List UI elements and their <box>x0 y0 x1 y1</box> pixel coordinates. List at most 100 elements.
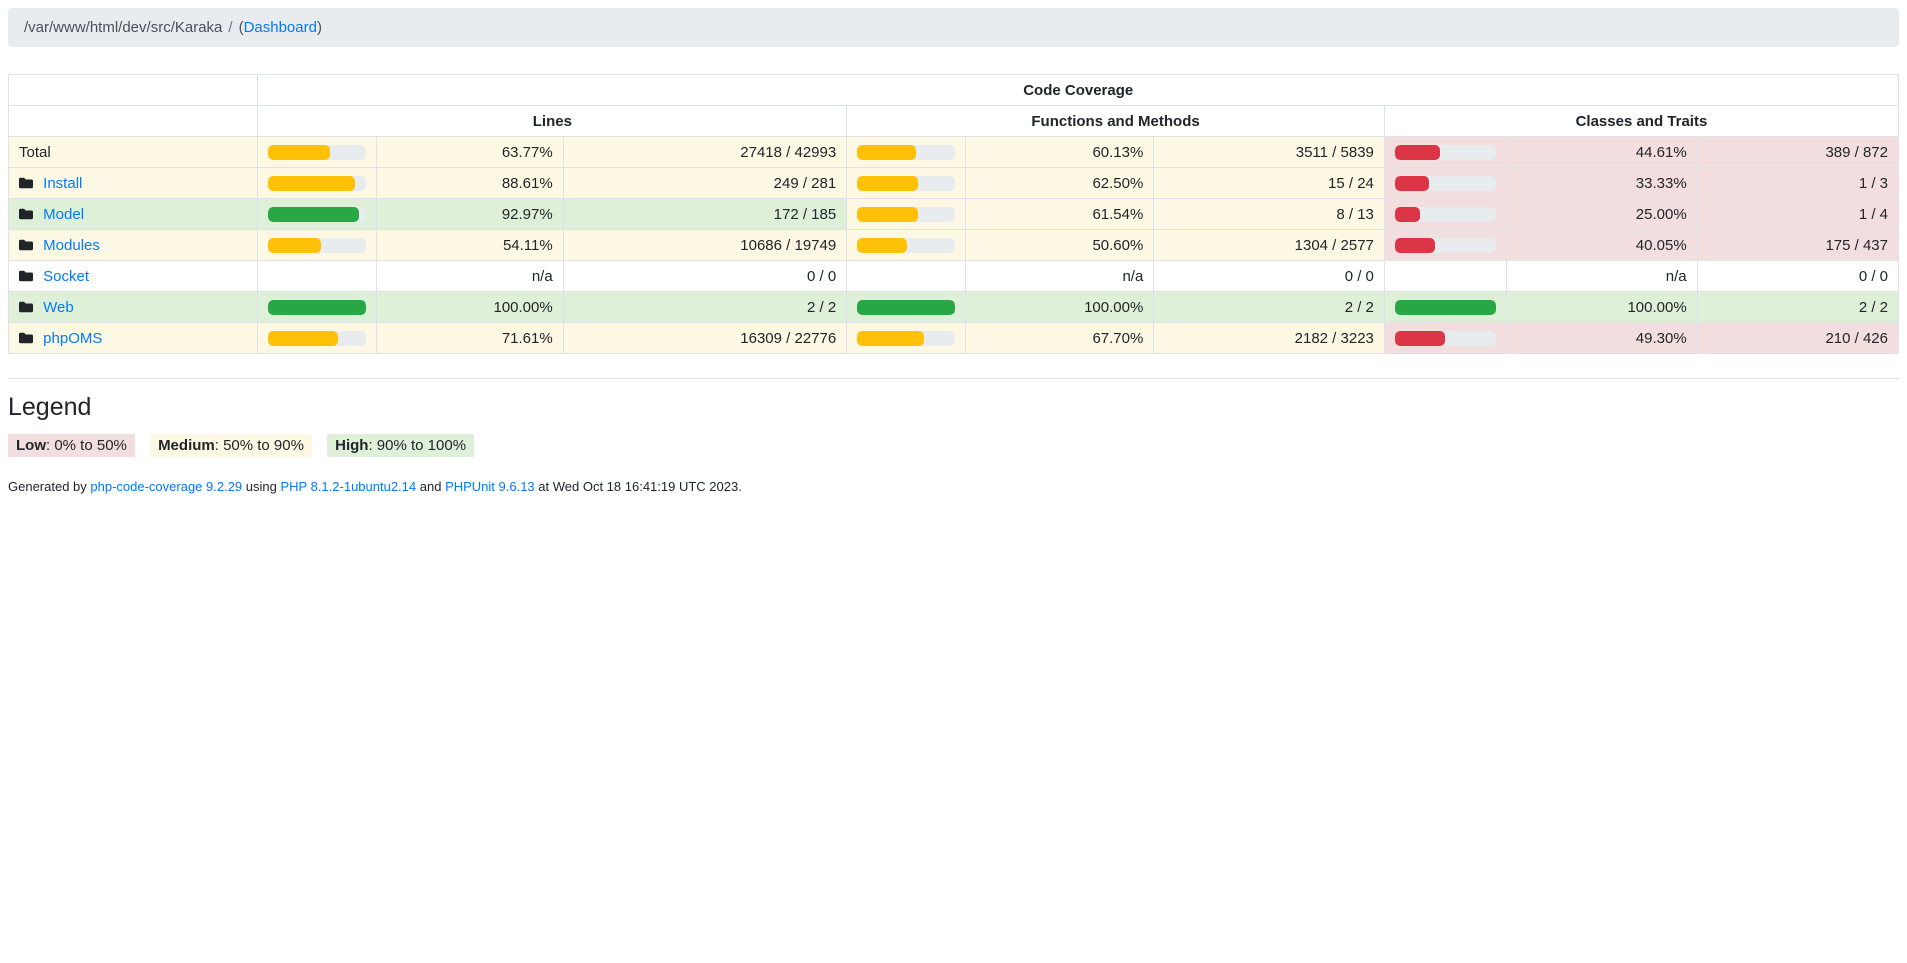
functions-progress-bar <box>857 176 918 191</box>
classes-bar-cell <box>1384 168 1506 199</box>
breadcrumb-paren-close: ) <box>317 19 322 36</box>
lines-progress-track <box>268 238 365 253</box>
lines-fraction: 0 / 0 <box>563 261 847 292</box>
row-total: Total 63.77% 27418 / 42993 60.13% 3511 /… <box>9 137 1899 168</box>
legend-medium: Medium: 50% to 90% <box>150 434 312 457</box>
lines-percent: 92.97% <box>376 199 563 230</box>
classes-fraction: 1 / 3 <box>1697 168 1898 199</box>
classes-progress-bar <box>1395 145 1440 160</box>
functions-progress-track <box>857 238 955 253</box>
generated-by-text: Generated by <box>8 479 90 494</box>
lines-bar-cell <box>258 261 376 292</box>
classes-progress-track <box>1395 145 1496 160</box>
functions-percent: 50.60% <box>966 230 1154 261</box>
divider <box>8 378 1899 379</box>
classes-fraction: 175 / 437 <box>1697 230 1898 261</box>
lines-progress-bar <box>268 300 365 315</box>
timestamp-text: at Wed Oct 18 16:41:19 UTC 2023. <box>535 479 742 494</box>
classes-bar-cell <box>1384 199 1506 230</box>
classes-fraction: 210 / 426 <box>1697 323 1898 354</box>
functions-fraction: 3511 / 5839 <box>1154 137 1385 168</box>
classes-progress-track <box>1395 207 1496 222</box>
generator-note: Generated by php-code-coverage 9.2.29 us… <box>8 479 1899 494</box>
item-name-cell: Install <box>9 168 258 199</box>
functions-progress-track <box>857 331 955 346</box>
lines-fraction: 172 / 185 <box>563 199 847 230</box>
legend-items: Low: 0% to 50% Medium: 50% to 90% High: … <box>8 434 1899 457</box>
and-text: and <box>416 479 445 494</box>
lines-bar-cell <box>258 230 376 261</box>
lines-progress-track <box>268 331 365 346</box>
row-modules: Modules 54.11% 10686 / 19749 50.60% 1304… <box>9 230 1899 261</box>
group-header-row: Lines Functions and Methods Classes and … <box>9 106 1899 137</box>
functions-progress-bar <box>857 238 907 253</box>
classes-percent: n/a <box>1506 261 1697 292</box>
legend-high: High: 90% to 100% <box>327 434 474 457</box>
item-name-cell: phpOMS <box>9 323 258 354</box>
lines-progress-track <box>268 300 365 315</box>
folder-icon <box>19 300 33 314</box>
php-version-link[interactable]: PHP 8.1.2-1ubuntu2.14 <box>280 479 416 494</box>
breadcrumb-dashboard-link[interactable]: Dashboard <box>244 19 317 36</box>
item-link[interactable]: Model <box>43 206 84 223</box>
functions-bar-cell <box>847 137 966 168</box>
functions-percent: n/a <box>966 261 1154 292</box>
lines-fraction: 16309 / 22776 <box>563 323 847 354</box>
functions-fraction: 2 / 2 <box>1154 292 1385 323</box>
breadcrumb-separator: / <box>222 19 238 36</box>
functions-fraction: 15 / 24 <box>1154 168 1385 199</box>
classes-bar-cell <box>1384 323 1506 354</box>
functions-progress-track <box>857 300 955 315</box>
classes-fraction: 2 / 2 <box>1697 292 1898 323</box>
item-link[interactable]: phpOMS <box>43 330 102 347</box>
functions-bar-cell <box>847 230 966 261</box>
functions-progress-track <box>857 176 955 191</box>
using-text: using <box>242 479 280 494</box>
item-link[interactable]: Install <box>43 175 82 192</box>
lines-progress-track <box>268 145 365 160</box>
legend-low: Low: 0% to 50% <box>8 434 135 457</box>
phpunit-link[interactable]: PHPUnit 9.6.13 <box>445 479 535 494</box>
classes-percent: 100.00% <box>1506 292 1697 323</box>
lines-percent: 54.11% <box>376 230 563 261</box>
classes-percent: 49.30% <box>1506 323 1697 354</box>
lines-bar-cell <box>258 137 376 168</box>
breadcrumb-path: /var/www/html/dev/src/Karaka <box>24 19 222 36</box>
table-title: Code Coverage <box>258 75 1899 106</box>
lines-percent: 63.77% <box>376 137 563 168</box>
lines-percent: 71.61% <box>376 323 563 354</box>
classes-progress-bar <box>1395 207 1420 222</box>
functions-percent: 60.13% <box>966 137 1154 168</box>
functions-progress-track <box>857 207 955 222</box>
lines-bar-cell <box>258 323 376 354</box>
classes-progress-bar <box>1395 331 1445 346</box>
functions-bar-cell <box>847 292 966 323</box>
folder-icon <box>19 207 33 221</box>
functions-percent: 62.50% <box>966 168 1154 199</box>
corner-cell <box>9 106 258 137</box>
item-name-cell: Modules <box>9 230 258 261</box>
php-code-coverage-link[interactable]: php-code-coverage 9.2.29 <box>90 479 242 494</box>
classes-fraction: 389 / 872 <box>1697 137 1898 168</box>
col-header-lines: Lines <box>258 106 847 137</box>
classes-bar-cell <box>1384 261 1506 292</box>
col-header-classes: Classes and Traits <box>1384 106 1898 137</box>
classes-percent: 25.00% <box>1506 199 1697 230</box>
classes-fraction: 1 / 4 <box>1697 199 1898 230</box>
lines-bar-cell <box>258 168 376 199</box>
lines-progress-bar <box>268 145 330 160</box>
item-link[interactable]: Web <box>43 299 74 316</box>
lines-progress-bar <box>268 331 338 346</box>
legend-medium-range: : 50% to 90% <box>215 437 304 454</box>
classes-percent: 33.33% <box>1506 168 1697 199</box>
functions-progress-bar <box>857 331 923 346</box>
classes-percent: 40.05% <box>1506 230 1697 261</box>
item-name-cell: Model <box>9 199 258 230</box>
item-name-cell: Socket <box>9 261 258 292</box>
coverage-table: Code Coverage Lines Functions and Method… <box>8 74 1899 354</box>
functions-bar-cell <box>847 168 966 199</box>
item-link[interactable]: Socket <box>43 268 89 285</box>
item-link[interactable]: Modules <box>43 237 100 254</box>
legend-low-range: : 0% to 50% <box>46 437 127 454</box>
classes-progress-track <box>1395 238 1496 253</box>
